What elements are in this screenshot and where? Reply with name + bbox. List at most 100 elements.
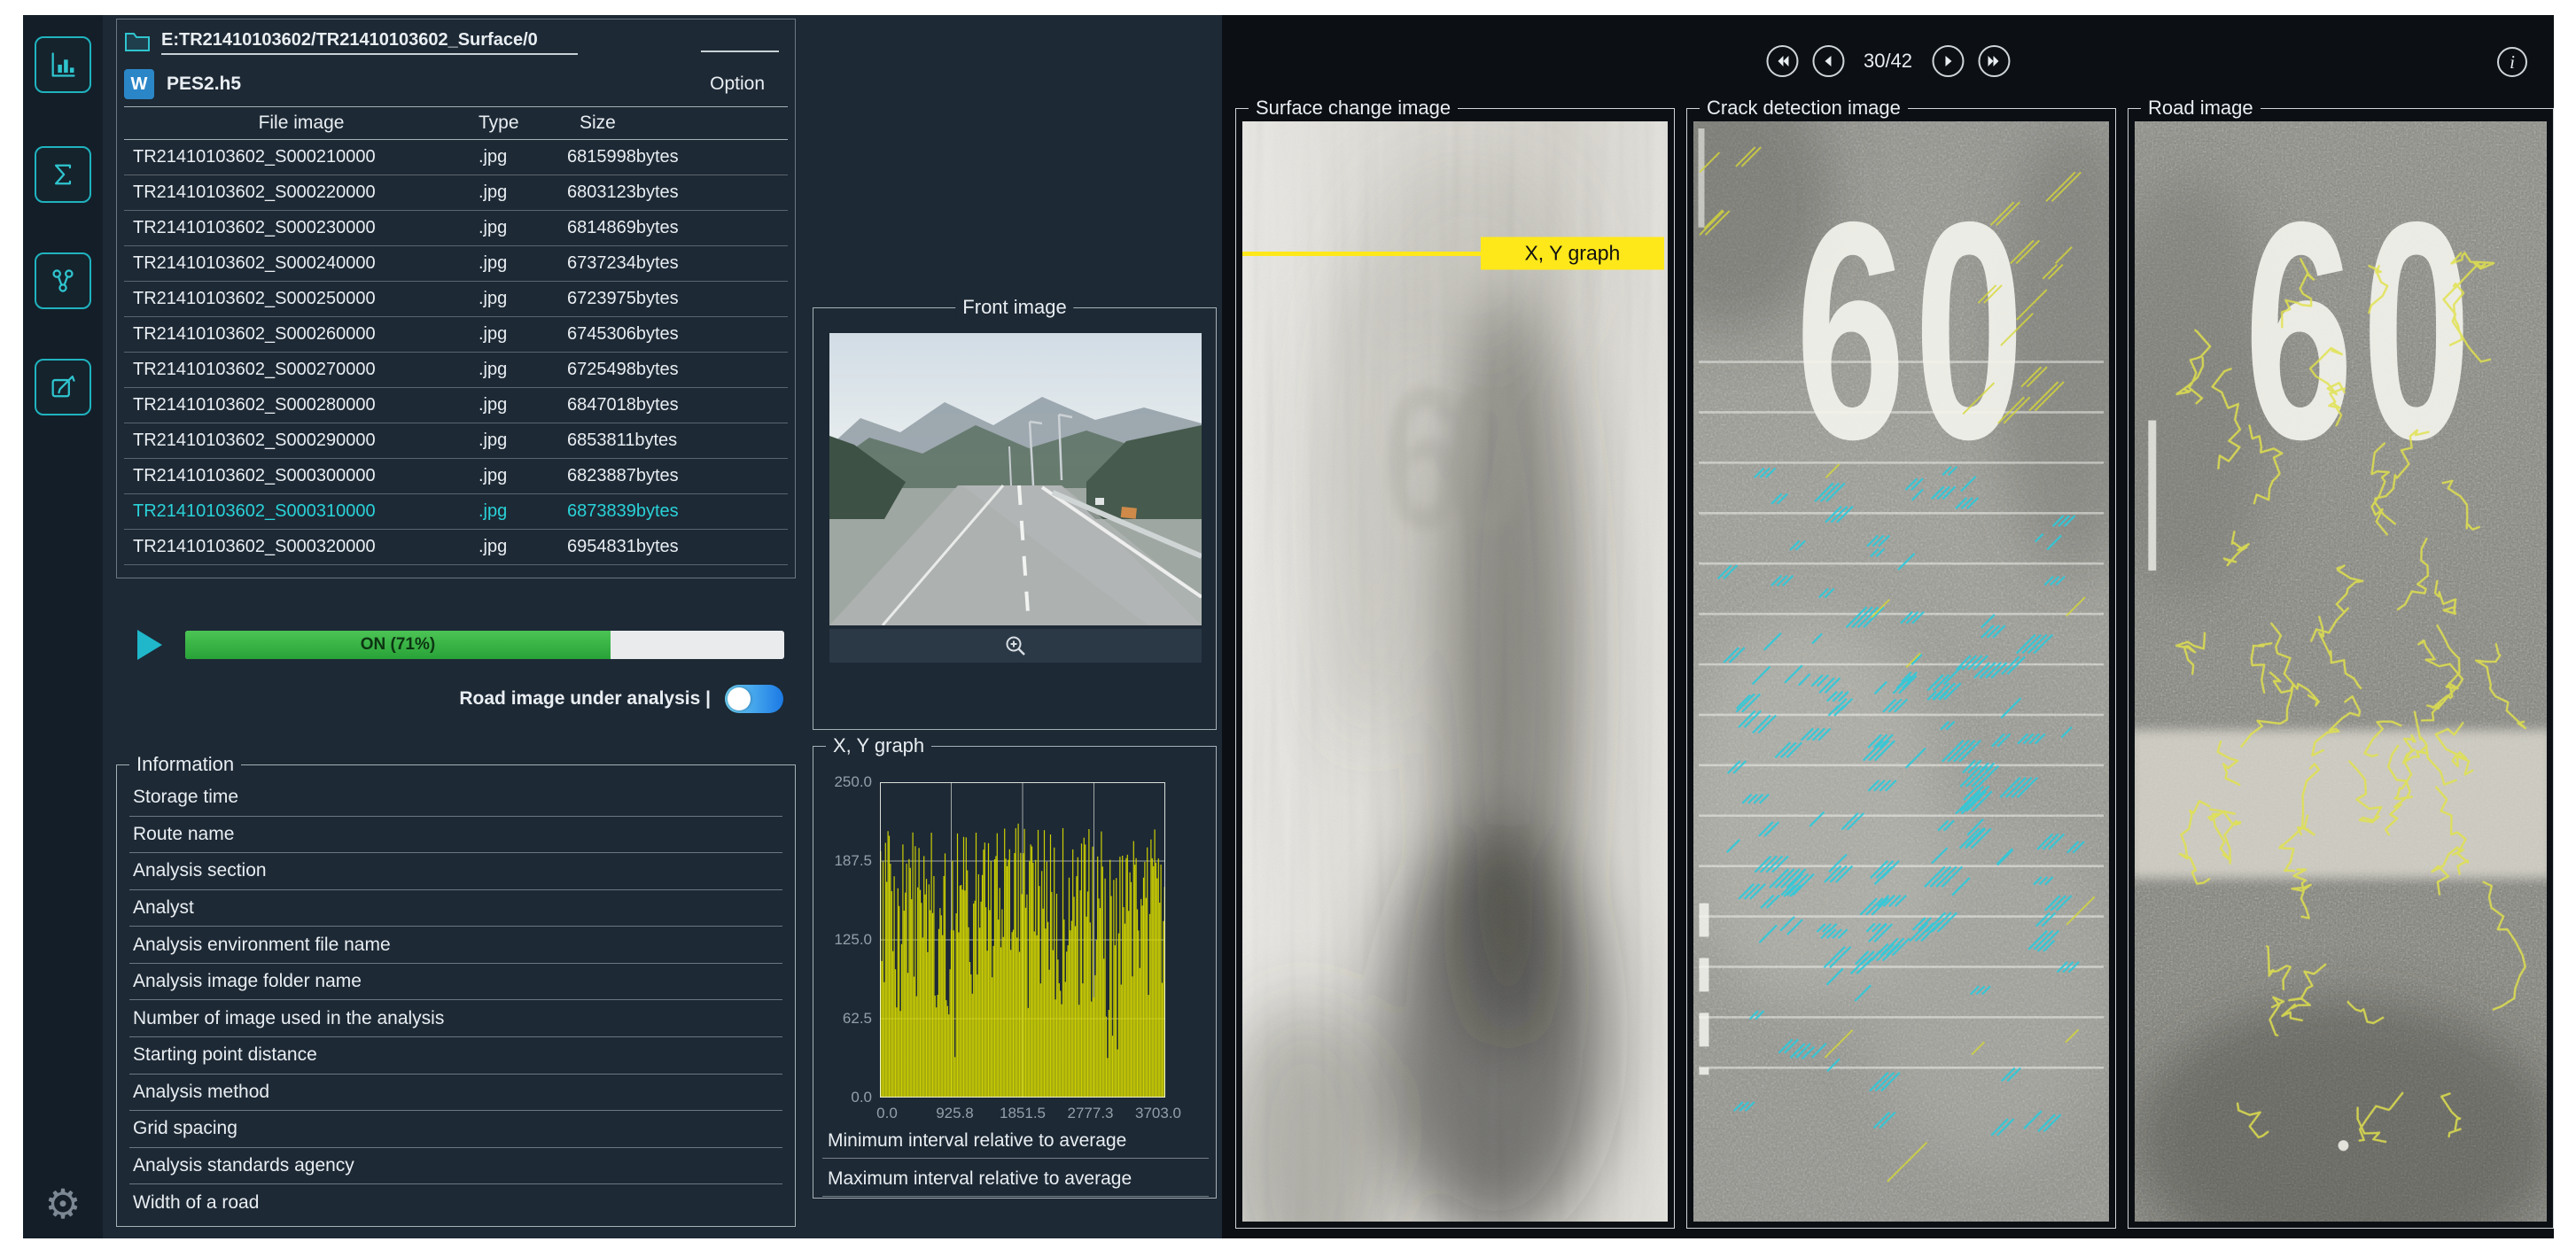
info-row-analyst: Analyst <box>129 890 782 927</box>
table-row[interactable]: TR21410103602_S000250000 .jpg 6723975byt… <box>124 282 788 317</box>
progress-fill: ON (71%) <box>185 631 611 659</box>
road-image[interactable]: 60 <box>2135 121 2547 1222</box>
file-name-cell: TR21410103602_S000240000 <box>124 253 479 274</box>
x-axis-labels: 0.0 925.8 1851.5 2777.3 3703.0 <box>862 1105 1183 1122</box>
file-name-cell: TR21410103602_S000290000 <box>124 431 479 451</box>
table-row[interactable]: TR21410103602_S000320000 .jpg 6954831byt… <box>124 530 788 565</box>
marker-line[interactable] <box>1242 252 1481 256</box>
table-row[interactable]: TR21410103602_S000280000 .jpg 6847018byt… <box>124 388 788 423</box>
table-row[interactable]: TR21410103602_S000300000 .jpg 6823887byt… <box>124 459 788 494</box>
table-row[interactable]: TR21410103602_S000240000 .jpg 6737234byt… <box>124 246 788 282</box>
table-row[interactable]: TR21410103602_S000260000 .jpg 6745306byt… <box>124 317 788 353</box>
info-row-grid-spacing: Grid spacing <box>129 1111 782 1148</box>
workflow-icon <box>48 266 78 296</box>
table-row[interactable]: TR21410103602_S000270000 .jpg 6725498byt… <box>124 353 788 388</box>
file-name-cell: TR21410103602_S000220000 <box>124 182 479 203</box>
next-page-button[interactable] <box>1932 45 1964 77</box>
table-row[interactable]: TR21410103602_S000290000 .jpg 6853811byt… <box>124 423 788 459</box>
settings-gear-icon[interactable]: ⚙ <box>23 1183 103 1224</box>
y-tick: 125.0 <box>834 931 872 949</box>
play-button[interactable] <box>137 630 162 660</box>
surface-change-image[interactable]: 6 0 <box>1242 121 1668 1222</box>
zoom-icon <box>1004 634 1027 657</box>
path-extra-field[interactable] <box>701 29 779 52</box>
x-tick: 1851.5 <box>998 1105 1047 1122</box>
info-button[interactable]: i <box>2497 47 2527 77</box>
file-size-cell: 6954831bytes <box>567 537 788 557</box>
file-panel: E:TR21410103602/TR21410103602_Surface/0 … <box>116 15 796 1238</box>
sidebar-button-histogram[interactable] <box>35 36 91 93</box>
file-type-cell: .jpg <box>479 182 567 203</box>
table-row-selected[interactable]: TR21410103602_S000310000 .jpg 6873839byt… <box>124 494 788 530</box>
progress-label: ON (71%) <box>361 635 435 655</box>
info-row-storage-time: Storage time <box>129 780 782 817</box>
x-tick: 2777.3 <box>1066 1105 1116 1122</box>
analysis-progress-row: ON (71%) <box>116 630 796 660</box>
table-row[interactable]: TR21410103602_S000220000 .jpg 6803123byt… <box>124 175 788 211</box>
max-interval-row: Maximum interval relative to average <box>822 1160 1209 1197</box>
info-row-standards-agency: Analysis standards agency <box>129 1148 782 1185</box>
xy-chart: 250.0 187.5 125.0 62.5 0.0 0.0 925.8 <box>813 754 1218 1119</box>
preview-panel: Front image <box>807 15 1222 1238</box>
file-size-cell: 6873839bytes <box>567 501 788 522</box>
file-type-cell: .jpg <box>479 253 567 274</box>
info-row-start-distance: Starting point distance <box>129 1037 782 1075</box>
analysis-toggle[interactable] <box>725 685 783 713</box>
info-row-road-width: Width of a road <box>129 1184 782 1221</box>
file-size-cell: 6803123bytes <box>567 182 788 203</box>
crack-panel-title: Crack detection image <box>1700 97 1908 119</box>
xy-plot-area <box>880 782 1165 1098</box>
previous-page-button[interactable] <box>1812 45 1844 77</box>
file-table: File image Type Size TR21410103602_S0002… <box>124 106 788 565</box>
table-row[interactable]: TR21410103602_S000230000 .jpg 6814869byt… <box>124 211 788 246</box>
file-table-header: File image Type Size <box>124 106 788 140</box>
first-page-button[interactable] <box>1766 45 1798 77</box>
road-panel-title: Road image <box>2141 97 2261 119</box>
sigma-icon <box>48 159 78 190</box>
table-row[interactable]: TR21410103602_S000210000 .jpg 6815998byt… <box>124 140 788 175</box>
file-size-cell: 6723975bytes <box>567 289 788 309</box>
file-type-cell: .jpg <box>479 395 567 415</box>
crack-road-marking: 60 <box>1795 158 2033 504</box>
min-interval-row: Minimum interval relative to average <box>822 1122 1209 1159</box>
header-file-image: File image <box>124 113 479 134</box>
sidebar-button-workflow[interactable] <box>35 252 91 309</box>
crack-detection-image[interactable]: 60 <box>1693 121 2109 1222</box>
xy-graph-box: X, Y graph 250.0 187.5 125.0 62.5 0.0 <box>813 746 1217 1199</box>
file-name-cell: TR21410103602_S000300000 <box>124 466 479 486</box>
h5-file-row: W PES2.h5 Option <box>124 66 788 103</box>
surface-panel-title: Surface change image <box>1249 97 1458 119</box>
skip-first-icon <box>1774 53 1790 69</box>
file-name-cell: TR21410103602_S000210000 <box>124 147 479 167</box>
file-type-cell: .jpg <box>479 501 567 522</box>
folder-icon[interactable] <box>124 29 151 52</box>
option-button[interactable]: Option <box>710 74 765 95</box>
info-icon: i <box>2510 51 2515 74</box>
x-tick: 925.8 <box>930 1105 980 1122</box>
y-axis-labels: 250.0 187.5 125.0 62.5 0.0 <box>813 773 872 1106</box>
file-size-cell: 6725498bytes <box>567 360 788 380</box>
file-name-cell: TR21410103602_S000320000 <box>124 537 479 557</box>
info-row-route-name: Route name <box>129 817 782 854</box>
sidebar-button-sigma[interactable] <box>35 146 91 203</box>
file-name-cell: TR21410103602_S000250000 <box>124 289 479 309</box>
zoom-button[interactable] <box>829 629 1202 663</box>
path-input[interactable]: E:TR21410103602/TR21410103602_Surface/0 <box>161 27 578 55</box>
y-tick: 62.5 <box>843 1010 872 1028</box>
image-pager: 30/42 <box>1766 45 2010 77</box>
information-box: Information Storage time Route name Anal… <box>116 764 796 1227</box>
last-page-button[interactable] <box>1978 45 2010 77</box>
sidebar-button-edit[interactable] <box>35 359 91 415</box>
file-type-cell: .jpg <box>479 466 567 486</box>
file-size-cell: 6847018bytes <box>567 395 788 415</box>
path-row: E:TR21410103602/TR21410103602_Surface/0 <box>124 23 788 58</box>
file-type-cell: .jpg <box>479 360 567 380</box>
file-type-cell: .jpg <box>479 218 567 238</box>
file-size-cell: 6737234bytes <box>567 253 788 274</box>
file-size-cell: 6745306bytes <box>567 324 788 345</box>
file-browser: E:TR21410103602/TR21410103602_Surface/0 … <box>116 19 796 578</box>
information-title: Information <box>129 754 241 775</box>
crack-detection-panel: Crack detection image <box>1686 108 2116 1229</box>
info-row-analysis-section: Analysis section <box>129 853 782 890</box>
file-type-cell: .jpg <box>479 537 567 557</box>
